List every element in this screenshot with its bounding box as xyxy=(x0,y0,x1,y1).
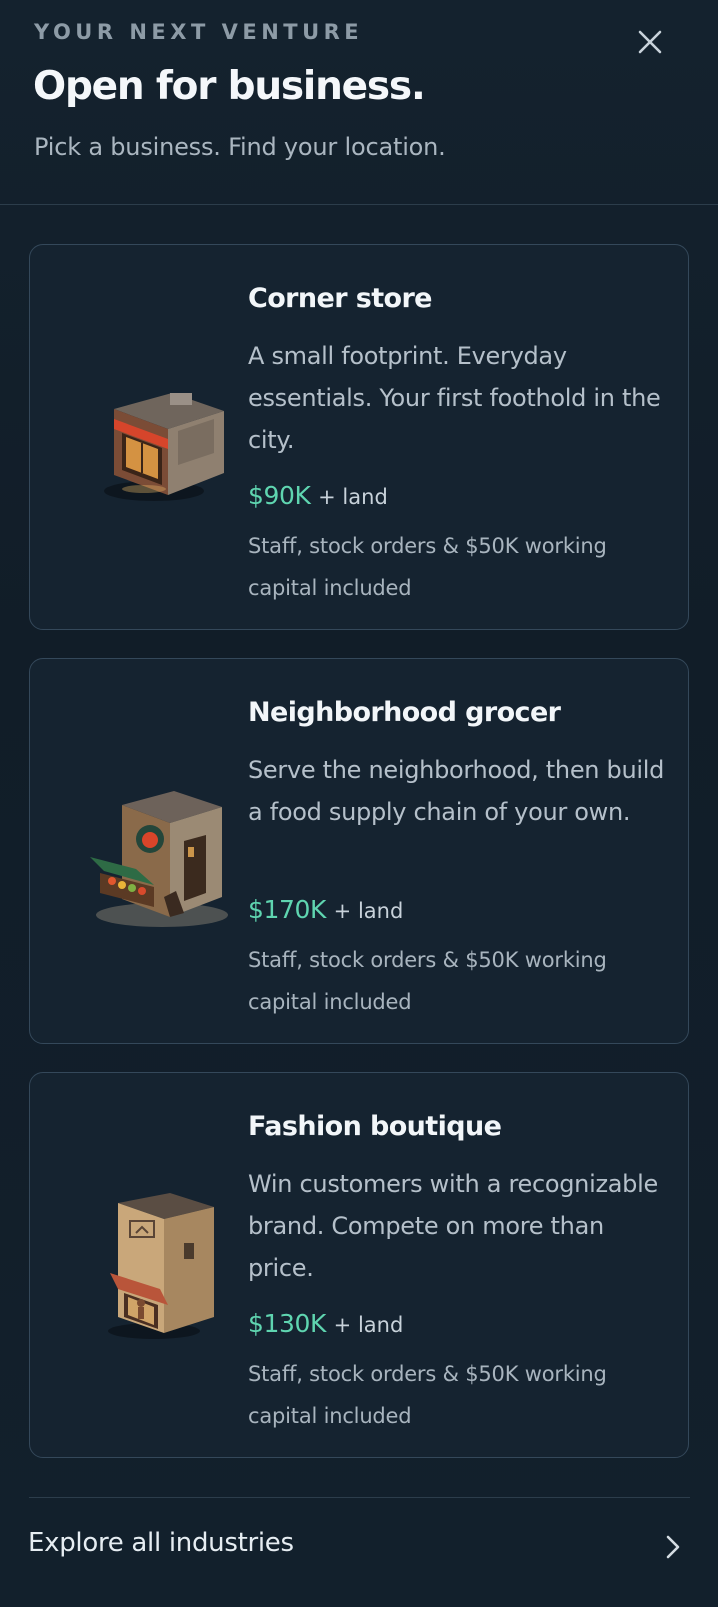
business-card-corner-store[interactable]: Corner store A small footprint. Everyday… xyxy=(29,244,689,630)
close-button[interactable] xyxy=(630,22,670,62)
price-amount: $130K xyxy=(248,1309,327,1338)
venture-panel: YOUR NEXT VENTURE Open for business. Pic… xyxy=(0,0,718,1607)
business-card-fashion-boutique[interactable]: Fashion boutique Win customers with a re… xyxy=(29,1072,689,1458)
business-name: Neighborhood grocer xyxy=(248,697,561,728)
business-name: Corner store xyxy=(248,283,432,314)
explore-industries-link[interactable]: Explore all industries xyxy=(0,1498,718,1598)
business-note: Staff, stock orders & $50K working capit… xyxy=(248,1362,607,1428)
close-icon xyxy=(638,30,662,54)
business-price: $90K + land xyxy=(248,481,388,510)
page-title: Open for business. xyxy=(33,64,426,109)
price-suffix: + land xyxy=(333,1313,404,1337)
boutique-building-icon xyxy=(108,1193,214,1339)
business-card-neighborhood-grocer[interactable]: Neighborhood grocer Serve the neighborho… xyxy=(29,658,689,1044)
business-description: Win customers with a recognizable brand.… xyxy=(248,1170,658,1282)
business-note: Staff, stock orders & $50K working capit… xyxy=(248,948,607,1014)
price-suffix: + land xyxy=(318,485,388,509)
panel-header: YOUR NEXT VENTURE Open for business. Pic… xyxy=(0,0,718,205)
business-note: Staff, stock orders & $50K working capit… xyxy=(248,534,607,600)
business-description: A small footprint. Everyday essentials. … xyxy=(248,342,661,454)
explore-industries-label: Explore all industries xyxy=(28,1528,294,1558)
business-description: Serve the neighborhood, then build a foo… xyxy=(248,756,665,826)
grocer-building-icon xyxy=(90,791,228,927)
chevron-right-icon xyxy=(666,1535,680,1559)
price-amount: $170K xyxy=(248,895,327,924)
price-amount: $90K xyxy=(248,481,311,510)
price-suffix: + land xyxy=(333,899,404,923)
eyebrow-label: YOUR NEXT VENTURE xyxy=(34,20,364,44)
corner-store-building-icon xyxy=(104,393,224,501)
business-name: Fashion boutique xyxy=(248,1111,502,1142)
business-price: $170K + land xyxy=(248,895,403,924)
business-price: $130K + land xyxy=(248,1309,403,1338)
page-subtitle: Pick a business. Find your location. xyxy=(34,133,446,161)
